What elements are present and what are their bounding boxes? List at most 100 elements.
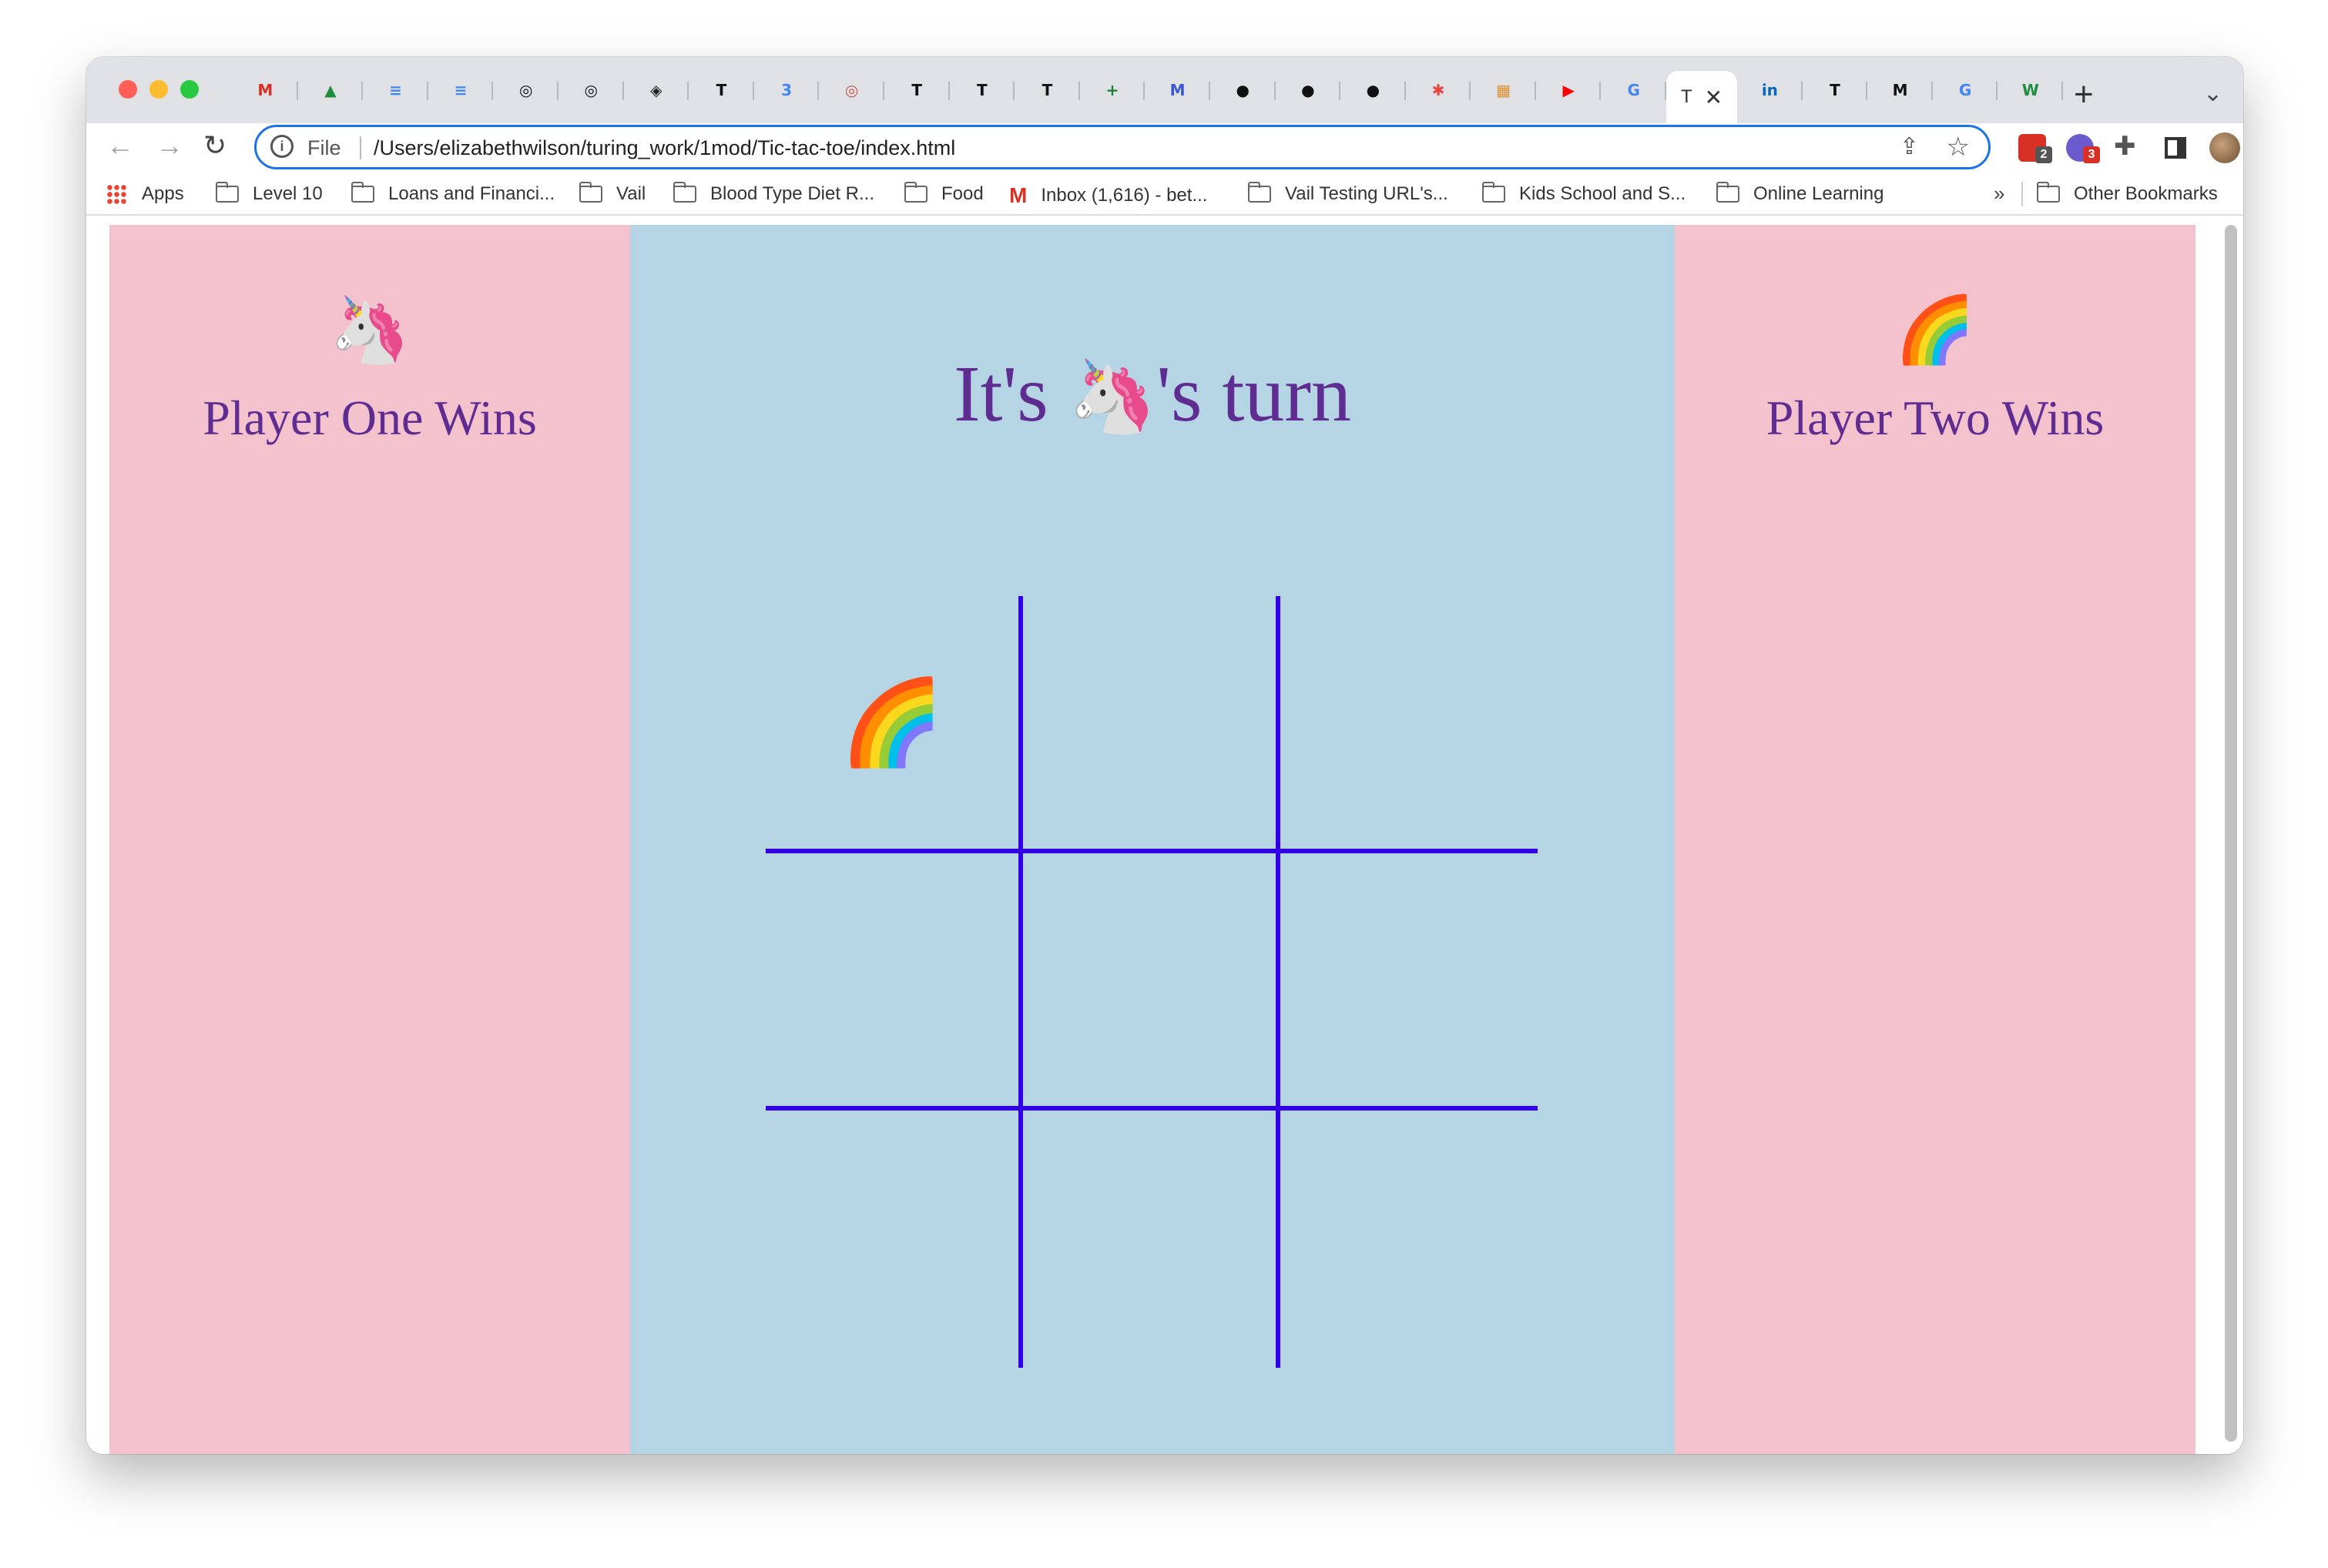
extensions-puzzle-icon[interactable]: ✚ [2114, 131, 2136, 162]
vertical-scrollbar[interactable] [2225, 225, 2237, 1442]
close-window-button[interactable] [119, 80, 137, 99]
scheme-label: File [307, 136, 341, 159]
folder-icon [673, 182, 696, 203]
bookmarks-overflow-icon[interactable]: » [1994, 182, 2004, 206]
browser-tab[interactable]: ≡ [363, 71, 428, 109]
bookmark-item[interactable]: Level 10 [215, 182, 323, 205]
turing-icon: T [977, 81, 988, 99]
bookmark-item[interactable]: Blood Type Diet R... [673, 182, 874, 205]
bookmark-item[interactable]: Online Learning [1716, 182, 1884, 205]
folder-icon [351, 182, 374, 203]
forward-arrow-icon[interactable]: → [156, 129, 183, 162]
browser-tab[interactable]: in [1737, 71, 1803, 109]
browser-tab[interactable]: T [950, 71, 1015, 109]
player-one-wins-title: Player One Wins [203, 390, 537, 445]
browser-tab[interactable]: G [1933, 71, 1998, 109]
browser-tab[interactable]: T [884, 71, 950, 109]
reload-icon[interactable]: ↻ [203, 129, 226, 162]
browser-tab[interactable]: M [233, 71, 298, 109]
bookmark-label: Vail [616, 183, 646, 204]
bookmark-label: Kids School and S... [1519, 183, 1686, 204]
openai-icon: ◎ [584, 81, 598, 99]
browser-tab[interactable]: M [1145, 71, 1210, 109]
close-tab-icon[interactable]: ✕ [1705, 85, 1723, 110]
url-text[interactable]: /Users/elizabethwilson/turing_work/1mod/… [374, 136, 955, 160]
player-one-token: 🦄 [329, 293, 411, 366]
board-cell[interactable] [1023, 596, 1280, 853]
webflow-icon: W [2021, 81, 2039, 99]
linkedin-icon: in [1761, 81, 1778, 99]
browser-tab[interactable]: ◈ [624, 71, 689, 109]
divider [360, 136, 361, 159]
info-icon[interactable]: i [270, 135, 294, 158]
gmail-icon: M [257, 81, 273, 99]
bookmark-item[interactable]: Vail [579, 182, 646, 205]
browser-tab[interactable]: W [1998, 71, 2063, 109]
tab-search-button[interactable]: ⌄ [2203, 80, 2222, 107]
folder-icon [579, 182, 602, 203]
bookmark-star-icon[interactable]: ☆ [1947, 132, 1970, 162]
browser-tab[interactable]: ◎ [493, 71, 559, 109]
address-bar[interactable]: i File /Users/elizabethwilson/turing_wor… [254, 125, 1991, 169]
browser-tab[interactable]: T [689, 71, 754, 109]
browser-tab[interactable]: ✱ [1406, 71, 1471, 109]
browser-tab[interactable]: G [1601, 71, 1666, 109]
bookmark-label: Inbox (1,616) - bet... [1041, 185, 1208, 206]
browser-tab[interactable]: M [1867, 71, 1933, 109]
google-docs-icon: ≡ [454, 81, 468, 99]
browser-tab[interactable]: ▲ [298, 71, 364, 109]
profile-avatar[interactable] [2209, 132, 2240, 163]
board-cell[interactable]: 🌈 [766, 596, 1023, 853]
browser-tab[interactable]: ≡ [428, 71, 494, 109]
board-cell[interactable] [1023, 1111, 1280, 1368]
extension-badge: 2 [2035, 146, 2052, 163]
bookmark-item[interactable]: Food [904, 182, 984, 205]
player-two-token: 🌈 [1894, 293, 1976, 366]
player-two-panel: 🌈 Player Two Wins [1675, 225, 2195, 1454]
browser-window: M ▲ ≡ ≡ ◎ ◎ ◈ T 3 ◎ T T T + M ● ● ● ✱ ▦ ▶ G T ✕ in T M G W + ⌄ ← → ↻… [86, 57, 2243, 1454]
board-cell[interactable] [1023, 853, 1280, 1111]
folder-icon [1716, 182, 1739, 203]
browser-tab[interactable]: ● [1210, 71, 1276, 109]
board-cell[interactable] [1280, 853, 1538, 1111]
board-cell[interactable] [766, 1111, 1023, 1368]
google-drive-icon: ▲ [324, 81, 337, 99]
tic-tac-toe-page: 🦄 Player One Wins It's 🦄's turn 🌈 🌈 Play… [109, 225, 2195, 1454]
openai-icon: ◎ [518, 81, 533, 99]
new-tab-button[interactable]: + [2074, 75, 2094, 114]
google-calendar-icon: 3 [781, 81, 792, 99]
bookmark-item[interactable]: Vail Testing URL's... [1247, 182, 1448, 205]
board-cell[interactable] [1280, 1111, 1538, 1368]
browser-tab-active[interactable]: T ✕ [1666, 71, 1738, 123]
board-cell[interactable] [1280, 596, 1538, 853]
other-bookmarks[interactable]: Other Bookmarks [2036, 182, 2218, 205]
bookmark-item[interactable]: Apps [106, 183, 184, 205]
browser-tab[interactable]: ▶ [1536, 71, 1602, 109]
bookmarks-bar: » Other Bookmarks Apps Level 10 Loans and … [86, 173, 2243, 216]
share-icon[interactable]: ⇪ [1900, 133, 1919, 160]
bookmark-label: Level 10 [253, 183, 323, 204]
bookmark-item[interactable]: Loans and Financi... [351, 182, 555, 205]
browser-tab[interactable]: + [1080, 71, 1146, 109]
browser-tab[interactable]: T [1015, 71, 1080, 109]
browser-tab[interactable]: ● [1276, 71, 1341, 109]
tab-list: M ▲ ≡ ≡ ◎ ◎ ◈ T 3 ◎ T T T + M ● ● ● ✱ ▦ ▶ G T ✕ in T M G W [233, 71, 2063, 123]
browser-tab[interactable]: ◎ [819, 71, 884, 109]
fullscreen-window-button[interactable] [180, 80, 199, 99]
google-icon: G [1627, 81, 1640, 99]
codepen-icon: ◈ [650, 81, 663, 99]
bookmark-label: Food [941, 183, 984, 204]
bookmark-item[interactable]: M Inbox (1,616) - bet... [1009, 183, 1207, 208]
turn-heading: It's 🦄's turn [630, 348, 1675, 440]
back-arrow-icon[interactable]: ← [106, 129, 134, 162]
browser-tab[interactable]: T [1803, 71, 1868, 109]
browser-tab[interactable]: 3 [754, 71, 820, 109]
browser-tab[interactable]: ◎ [559, 71, 624, 109]
folder-icon [1481, 182, 1505, 203]
browser-tab[interactable]: ● [1340, 71, 1406, 109]
side-panel-icon[interactable] [2165, 137, 2186, 159]
minimize-window-button[interactable] [149, 80, 168, 99]
browser-tab[interactable]: ▦ [1471, 71, 1536, 109]
board-cell[interactable] [766, 853, 1023, 1111]
bookmark-item[interactable]: Kids School and S... [1481, 182, 1686, 205]
